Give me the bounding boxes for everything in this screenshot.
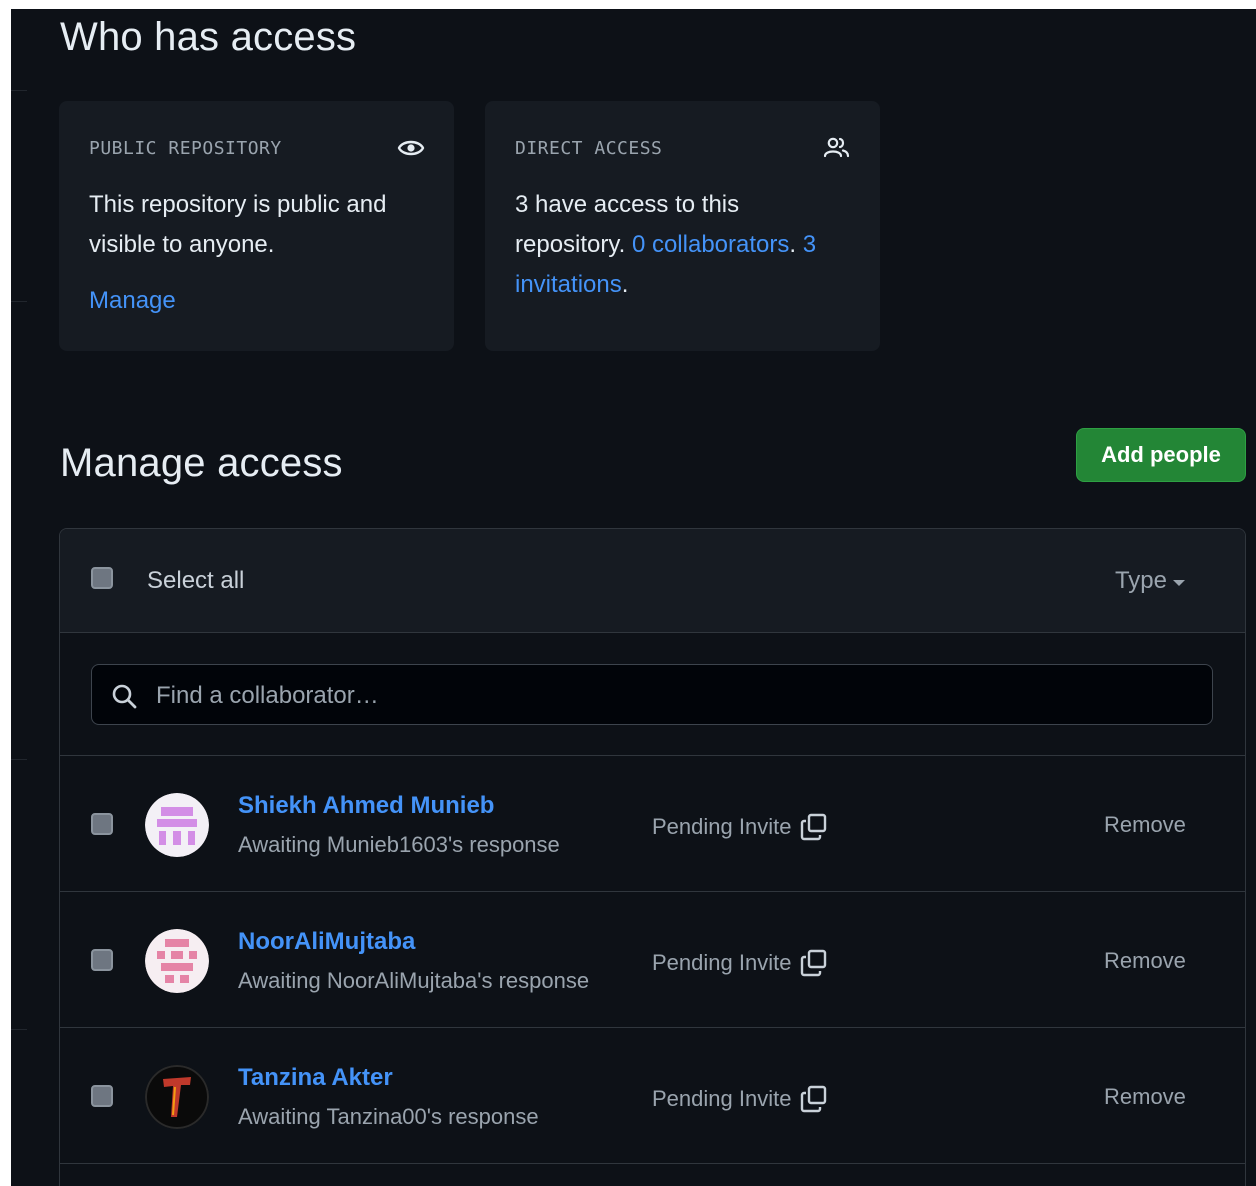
pending-invite-label: Pending Invite: [652, 950, 792, 975]
member-name-link[interactable]: Shiekh Ahmed Munieb: [238, 792, 494, 820]
collaborators-panel-header: Select all Type: [60, 529, 1245, 633]
copy-icon[interactable]: [799, 1084, 829, 1114]
sidebar-divider: [11, 759, 27, 760]
search-icon: [112, 684, 137, 709]
member-status-text: Awaiting NoorAliMujtaba's response: [238, 968, 590, 993]
direct-access-label: DIRECT ACCESS: [515, 138, 663, 159]
copy-icon[interactable]: [799, 948, 829, 978]
sidebar-divider: [11, 1029, 27, 1030]
avatar: [145, 793, 209, 857]
member-status-text: Awaiting Tanzina00's response: [238, 1104, 539, 1129]
copy-icon[interactable]: [799, 812, 829, 842]
chevron-down-icon: [1173, 580, 1185, 586]
who-has-access-heading: Who has access: [60, 15, 357, 59]
public-repository-card: PUBLIC REPOSITORY This repository is pub…: [59, 101, 454, 351]
member-checkbox[interactable]: [91, 813, 113, 835]
member-name-link[interactable]: Tanzina Akter: [238, 1064, 393, 1092]
sidebar-divider: [11, 90, 27, 91]
manage-access-heading: Manage access: [60, 441, 343, 485]
avatar: [145, 1065, 209, 1129]
collaborator-row: Tanzina Akter Awaiting Tanzina00's respo…: [60, 1028, 1245, 1164]
collaborators-link[interactable]: 0 collaborators: [632, 231, 789, 258]
member-status-text: Awaiting Munieb1603's response: [238, 832, 560, 857]
type-filter-dropdown[interactable]: Type: [1115, 567, 1185, 595]
direct-access-text: 3 have access to this repository. 0 coll…: [515, 185, 855, 305]
eye-icon: [397, 140, 425, 156]
find-collaborator-input[interactable]: [154, 665, 1198, 726]
search-section: [60, 633, 1245, 756]
remove-button[interactable]: Remove: [1104, 1084, 1186, 1110]
people-icon: [823, 137, 850, 158]
member-checkbox[interactable]: [91, 949, 113, 971]
remove-button[interactable]: Remove: [1104, 812, 1186, 838]
select-all-label: Select all: [147, 567, 245, 594]
select-all-checkbox[interactable]: [91, 567, 113, 589]
search-box: [91, 664, 1213, 726]
pending-invite-status: Pending Invite: [652, 948, 829, 978]
settings-page: Who has access PUBLIC REPOSITORY This re…: [11, 9, 1256, 1186]
collaborators-panel: Select all Type Find a collaborator… Shi…: [59, 528, 1246, 1186]
manage-visibility-link[interactable]: Manage: [89, 287, 176, 315]
suffix-text: .: [621, 271, 629, 298]
collaborator-row: NoorAliMujtaba Awaiting NoorAliMujtaba's…: [60, 892, 1245, 1028]
pending-invite-status: Pending Invite: [652, 812, 829, 842]
add-people-button[interactable]: Add people: [1076, 428, 1246, 482]
remove-button[interactable]: Remove: [1104, 948, 1186, 974]
member-checkbox[interactable]: [91, 1085, 113, 1107]
collaborator-row: Shiekh Ahmed Munieb Awaiting Munieb1603'…: [60, 756, 1245, 892]
direct-access-card: DIRECT ACCESS 3 have access to this repo…: [485, 101, 880, 351]
public-repository-label: PUBLIC REPOSITORY: [89, 138, 282, 159]
separator-text: .: [789, 231, 797, 258]
public-repository-text: This repository is public and visible to…: [89, 191, 387, 258]
pending-invite-status: Pending Invite: [652, 1084, 829, 1114]
member-name-link[interactable]: NoorAliMujtaba: [238, 928, 415, 956]
type-filter-label: Type: [1114, 567, 1167, 594]
avatar: [145, 929, 209, 993]
pending-invite-label: Pending Invite: [652, 814, 792, 839]
pending-invite-label: Pending Invite: [652, 1086, 792, 1111]
sidebar-divider: [11, 301, 27, 302]
